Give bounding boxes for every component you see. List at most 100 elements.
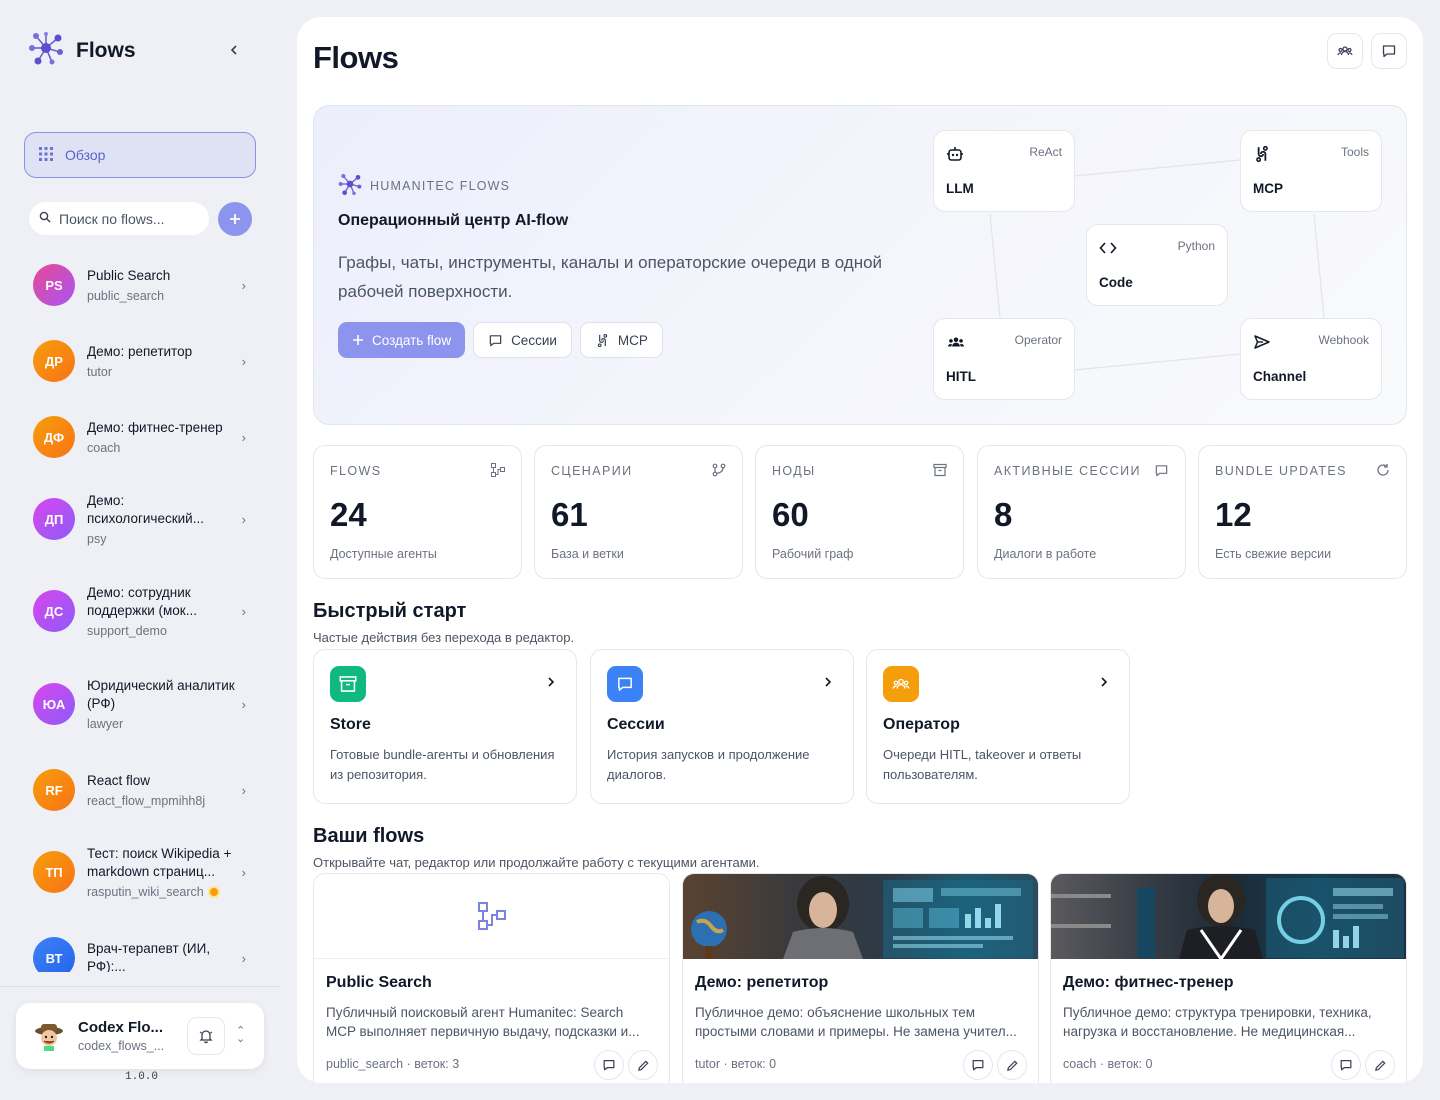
stat-sub: Доступные агенты [330,547,437,561]
flow-slug: public_search [87,289,165,303]
open-chat-button[interactable] [1331,1050,1361,1080]
flow-name: Демо: фитнес-тренер [87,420,223,435]
flow-card-desc: Публичное демо: объяснение школьных тем … [695,1005,1017,1039]
users-icon [1337,46,1353,56]
search-input[interactable] [59,210,199,227]
flow-list: PS Public Search public_search › ДР Демо:… [20,248,266,972]
brand[interactable]: Flows [28,30,136,71]
flow-list-item[interactable]: ВТ Врач-терапевт (ИИ, РФ):... › [20,937,260,972]
chevrons-up-down-icon[interactable]: ⌃ ⌄ [236,1026,245,1045]
flow-list-item[interactable]: ДР Демо: репетитор tutor › [20,340,260,382]
node-name: Channel [1253,369,1307,384]
main-panel: Flows HUMANITEC FLOWS Операционный центр… [297,17,1423,1083]
flow-card-title: Демо: фитнес-тренер [1063,974,1234,991]
flow-avatar: ДФ [33,416,75,458]
flow-name: Демо: репетитор [87,344,193,359]
flow-avatar: ВТ [33,937,75,972]
flow-avatar: RF [33,769,75,811]
chevron-right-icon: › [241,950,246,966]
quick-start-sessions[interactable]: Сессии История запусков и продолжение ди… [590,649,854,804]
add-flow-button[interactable] [218,202,252,236]
flow-list-item[interactable]: ЮА Юридический аналитик (РФ) lawyer › [20,677,260,731]
bell-icon [199,1030,213,1044]
flow-list-item[interactable]: ДС Демо: сотрудник поддержки (мок... supp… [20,584,260,638]
flow-card-desc: Публичный поисковый агент Humanitec: Sea… [326,1005,640,1039]
edit-flow-button[interactable] [1365,1050,1395,1080]
brand-name: Flows [76,38,136,62]
stat-label: BUNDLE UPDATES [1215,464,1347,478]
chevron-right-icon: › [241,353,246,369]
nav-overview-label: Обзор [65,147,106,163]
flow-list-item[interactable]: ДФ Демо: фитнес-тренер coach › [20,416,260,458]
your-flows-subtitle: Открывайте чат, редактор или продолжайте… [313,855,760,870]
graph-node-hitl[interactable]: Operator HITL [933,318,1075,400]
stat-sub: Рабочий граф [772,547,854,561]
archive-icon [933,463,947,482]
chat-icon [1154,463,1169,483]
send-icon [1253,333,1271,356]
flow-list-item[interactable]: ДП Демо: психологический... psy › [20,492,260,546]
pencil-icon [637,1059,649,1071]
flow-card[interactable]: Демо: фитнес-тренер Публичное демо: стру… [1050,873,1407,1083]
graph-node-mcp[interactable]: Tools MCP [1240,130,1382,212]
stat-sub: Диалоги в работе [994,547,1097,561]
collapse-sidebar-button[interactable] [224,40,244,60]
workflow-icon [314,874,669,959]
stat-value: 8 [994,496,1013,533]
flow-name: React flow [87,773,151,788]
flow-list-item[interactable]: PS Public Search public_search › [20,264,260,306]
chat-button[interactable] [1371,33,1407,69]
chevron-right-icon: › [241,696,246,712]
avatar [32,1019,66,1053]
graph-node-code[interactable]: Python Code [1086,224,1228,306]
flow-slug: rasputin_wiki_search [87,885,237,899]
chat-icon [603,1060,615,1071]
chat-icon [607,666,643,702]
flow-card[interactable]: Public Search Публичный поисковый агент … [313,873,670,1083]
chat-icon [972,1060,984,1071]
flow-name: Юридический аналитик (РФ) [87,678,235,711]
flow-card[interactable]: Демо: репетитор Публичное демо: объяснен… [682,873,1039,1083]
chat-icon [1340,1060,1352,1071]
graph-node-channel[interactable]: Webhook Channel [1240,318,1382,400]
flow-list-item[interactable]: RF React flow react_flow_mpmihh8j › [20,769,260,811]
flow-list-item[interactable]: ТП Тест: поиск Wikipedia + markdown стра… [20,845,260,899]
notifications-button[interactable] [187,1017,225,1055]
open-chat-button[interactable] [963,1050,993,1080]
sidebar: Flows Обзор PS Public Search public_searc… [0,0,280,1100]
node-name: HITL [946,369,976,384]
edit-flow-button[interactable] [628,1050,658,1080]
graph-node-llm[interactable]: ReAct LLM [933,130,1075,212]
robot-icon [946,145,964,168]
user-email: codex_flows_... [78,1039,165,1053]
operator-button[interactable] [1327,33,1363,69]
open-chat-button[interactable] [594,1050,624,1080]
stat-card-scenarios: СЦЕНАРИИ 61 База и ветки [534,445,743,579]
flow-avatar: ДП [33,498,75,540]
plug-icon [1253,145,1271,168]
flow-slug: tutor [87,365,113,379]
pencil-icon [1006,1059,1018,1071]
stat-sub: Есть свежие версии [1215,547,1332,561]
quick-start-card-desc: Готовые bundle-агенты и обновления из ре… [330,747,555,782]
stat-card-bundle-updates: BUNDLE UPDATES 12 Есть свежие версии [1198,445,1407,579]
coach-image [1051,874,1406,962]
chevron-right-icon: › [241,864,246,880]
edit-flow-button[interactable] [997,1050,1027,1080]
stat-card-nodes: НОДЫ 60 Рабочий граф [755,445,964,579]
refresh-icon [1376,463,1390,482]
quick-start-store[interactable]: Store Готовые bundle-агенты и обновления… [313,649,577,804]
flow-slug: support_demo [87,624,167,638]
page-title: Flows [313,40,399,75]
flow-card-title: Public Search [326,974,432,991]
stat-card-sessions: АКТИВНЫЕ СЕССИИ 8 Диалоги в работе [977,445,1186,579]
your-flows-title: Ваши flows [313,825,425,847]
nav-overview[interactable]: Обзор [24,132,256,178]
user-card[interactable]: Codex Flo... codex_flows_... ⌃ ⌄ [16,1003,264,1069]
chevron-left-icon [230,45,237,55]
git-branch-icon [712,463,726,482]
chevron-right-icon [546,676,556,691]
users-icon [946,333,966,356]
quick-start-operator[interactable]: Оператор Очереди HITL, takeover и ответы… [866,649,1130,804]
flow-avatar: ТП [33,851,75,893]
